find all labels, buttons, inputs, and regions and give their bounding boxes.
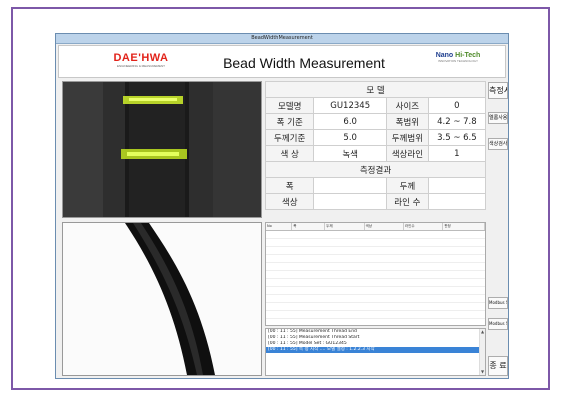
daehwa-logo-sub: ENGINEERING & MEASUREMENT bbox=[116, 64, 165, 68]
width-std-value: 6.0 bbox=[313, 113, 387, 130]
log-line-selected[interactable]: [00 : 11 : 55] 측 정 시작 .... 모델 설정 : 1.2.2… bbox=[266, 347, 485, 353]
results-grid-header: No 폭 두께 색상 라인수 판정 bbox=[266, 223, 485, 231]
color-inspection-button[interactable]: 색상검사 중 bbox=[488, 138, 508, 150]
width-range-label: 폭범위 bbox=[385, 113, 429, 130]
header-bar: DAE'HWA ENGINEERING & MEASUREMENT Bead W… bbox=[58, 45, 506, 78]
result-thickness-value bbox=[427, 177, 487, 194]
thickness-range-label: 두께범위 bbox=[385, 129, 429, 146]
nano-hitech-logo: Nano Hi-Tech INNOVATION TECHNOLOGY bbox=[429, 52, 487, 63]
app-window: BeadWidthMeasurement DAE'HWA ENGINEERING… bbox=[55, 33, 509, 379]
size-value: 0 bbox=[427, 97, 487, 114]
size-label: 사이즈 bbox=[385, 97, 429, 114]
mode-button-2[interactable]: 엘롬사용 중 bbox=[488, 112, 508, 124]
start-measurement-button[interactable]: 측정시작 bbox=[488, 82, 508, 99]
top-camera-view bbox=[62, 81, 262, 218]
nano-logo-sub: INNOVATION TECHNOLOGY bbox=[437, 59, 478, 63]
result-line-count-value bbox=[427, 193, 487, 210]
grid-col-color[interactable]: 색상 bbox=[365, 223, 404, 230]
color-value: 녹색 bbox=[313, 145, 387, 162]
modbus-set-button[interactable]: Modbus Set bbox=[488, 318, 508, 330]
result-thickness-label: 두께 bbox=[385, 177, 429, 194]
exit-button[interactable]: 종 료 bbox=[488, 356, 508, 376]
color-label: 색 상 bbox=[264, 145, 315, 162]
scroll-up-icon[interactable]: ▲ bbox=[480, 329, 485, 335]
scroll-down-icon[interactable]: ▼ bbox=[480, 369, 485, 375]
log-listbox[interactable]: [00 : 11 : 55] Measurement Thread End [0… bbox=[265, 328, 486, 376]
result-line-count-label: 라인 수 bbox=[385, 193, 429, 210]
color-line-value: 1 bbox=[427, 145, 487, 162]
model-section-title: 모 델 bbox=[265, 81, 486, 98]
daehwa-logo: DAE'HWA ENGINEERING & MEASUREMENT bbox=[109, 52, 173, 68]
top-camera-image bbox=[63, 82, 261, 217]
thickness-std-value: 5.0 bbox=[313, 129, 387, 146]
side-camera-view bbox=[62, 222, 262, 376]
grid-col-line-count[interactable]: 라인수 bbox=[404, 223, 444, 230]
thickness-range-value: 3.5 ~ 6.5 bbox=[427, 129, 487, 146]
results-grid[interactable]: No 폭 두께 색상 라인수 판정 bbox=[265, 222, 486, 326]
result-color-value bbox=[313, 193, 387, 210]
model-name-label: 모델명 bbox=[264, 97, 315, 114]
modbus-start-button[interactable]: Modbus Start bbox=[488, 297, 508, 309]
grid-col-no[interactable]: No bbox=[266, 223, 293, 230]
result-color-label: 색상 bbox=[264, 193, 315, 210]
result-width-value bbox=[313, 177, 387, 194]
nano-logo-text: Nano bbox=[435, 52, 454, 59]
width-std-label: 폭 기준 bbox=[264, 113, 315, 130]
results-grid-body bbox=[266, 231, 485, 325]
color-line-label: 색상라인 bbox=[385, 145, 429, 162]
hitech-logo-text: Hi-Tech bbox=[455, 52, 481, 59]
grid-col-width[interactable]: 폭 bbox=[292, 223, 326, 230]
result-width-label: 폭 bbox=[264, 177, 315, 194]
log-scrollbar[interactable]: ▲ ▼ bbox=[479, 329, 485, 375]
result-section-title: 측정결과 bbox=[265, 161, 486, 178]
width-range-value: 4.2 ~ 7.8 bbox=[427, 113, 487, 130]
model-info-table: 모 델 모델명 GU12345 사이즈 0 폭 기준 6.0 폭범위 4.2 ~… bbox=[264, 81, 487, 210]
side-camera-image bbox=[63, 223, 261, 375]
grid-col-thickness[interactable]: 두께 bbox=[325, 223, 365, 230]
grid-col-judgement[interactable]: 판정 bbox=[443, 223, 485, 230]
daehwa-logo-text: DAE'HWA bbox=[113, 52, 169, 64]
window-titlebar: BeadWidthMeasurement bbox=[56, 34, 508, 44]
thickness-std-label: 두께기준 bbox=[264, 129, 315, 146]
model-name-value: GU12345 bbox=[313, 97, 387, 114]
app-title: Bead Width Measurement bbox=[223, 55, 385, 71]
